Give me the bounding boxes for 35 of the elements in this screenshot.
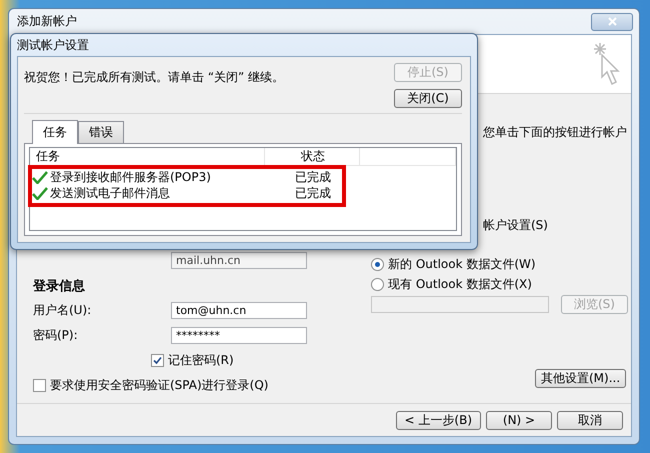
data-file-radio[interactable] — [371, 258, 384, 271]
test-account-button[interactable]: 帐户设置(S) — [481, 215, 550, 236]
dialog-title: 测试帐户设置 — [17, 36, 89, 54]
close-icon — [608, 17, 616, 26]
task-name: 发送测试电子邮件消息 — [50, 185, 170, 202]
spa-label: 要求使用安全密码验证(SPA)进行登录(Q) — [50, 377, 268, 394]
data-file-radio[interactable] — [371, 278, 384, 291]
description-text: 您单击下面的按钮进行帐户 — [483, 125, 627, 139]
column-header[interactable]: 任务 — [30, 148, 265, 165]
data-file-option-label: 现有 Outlook 数据文件(X) — [388, 276, 532, 293]
close-button[interactable] — [591, 12, 633, 30]
wizard-nav-button[interactable]: 取消 — [557, 410, 623, 430]
task-status: 已完成 — [295, 170, 331, 184]
password-field[interactable]: ******** — [171, 327, 307, 344]
username-field[interactable]: tom@uhn.cn — [171, 302, 307, 319]
outgoing-server-field[interactable]: mail.uhn.cn — [171, 252, 307, 269]
dialog-button[interactable]: 关闭(C) — [394, 89, 462, 108]
dialog-tab[interactable]: 任务 — [32, 120, 78, 144]
data-file-option-label: 新的 Outlook 数据文件(W) — [388, 256, 536, 273]
login-info-heading: 登录信息 — [33, 278, 85, 294]
task-status: 已完成 — [295, 186, 331, 200]
password-label: 密码(P): — [33, 328, 78, 342]
remember-password-checkbox[interactable] — [151, 354, 164, 367]
remember-password-label: 记住密码(R) — [168, 352, 234, 369]
task-name: 登录到接收邮件服务器(POP3) — [50, 169, 211, 186]
window-title: 添加新帐户 — [17, 13, 77, 30]
spa-checkbox[interactable] — [33, 379, 46, 392]
username-label: 用户名(U): — [33, 303, 92, 317]
dialog-tab[interactable]: 错误 — [78, 121, 124, 143]
more-settings-button[interactable]: 其他设置(M)... — [535, 369, 626, 388]
wizard-nav-button[interactable]: < 上一步(B) — [396, 410, 481, 430]
wizard-nav-button[interactable]: (N) > — [486, 410, 552, 430]
completion-message: 祝贺您！已完成所有测试。请单击 “关闭” 继续。 — [24, 70, 284, 84]
cursor-sparkle-icon — [591, 41, 621, 87]
column-header[interactable]: 状态 — [265, 148, 360, 165]
